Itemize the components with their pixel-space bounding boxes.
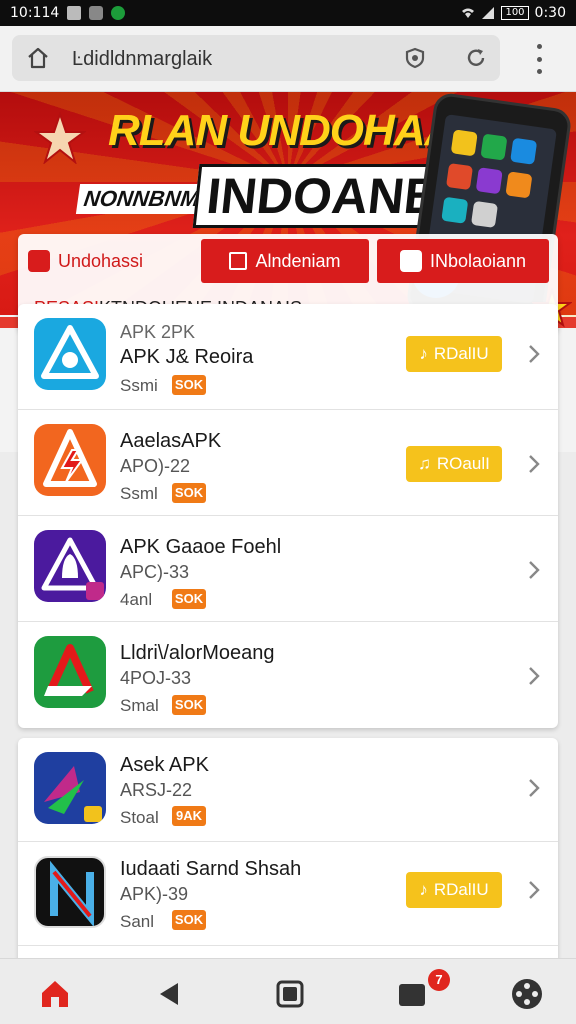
chevron-right-icon[interactable]: [526, 878, 542, 902]
app-version: ARSJ-22: [120, 780, 193, 800]
home-icon[interactable]: [38, 977, 72, 1011]
tab-label: Undohassi: [58, 250, 144, 271]
recents-icon[interactable]: [273, 977, 307, 1011]
tab-label: Alndeniam: [255, 250, 341, 271]
app-size-label: Ssml: [120, 484, 158, 503]
notification-badge: 7: [428, 969, 450, 991]
browser-toolbar: Ŀdidldnmarglaik: [0, 26, 576, 92]
app-name: APK Gaaoe Foehl: [120, 536, 282, 558]
badge-icon: [399, 250, 422, 272]
list-item[interactable]: Iudaati Sarnd Shsah APK)-39 Sanl SOK ♪ RD…: [18, 842, 558, 946]
list-item[interactable]: Asek APK ARSJ-22 Stoal 9AK: [18, 738, 558, 842]
purple-bell-app-icon: [34, 530, 106, 602]
home-icon[interactable]: [26, 46, 50, 70]
size-badge: SOK: [172, 910, 206, 930]
download-button-label: RDalIU: [433, 880, 489, 899]
app-version: APK)-39: [120, 884, 189, 904]
download-icon: ♪: [419, 344, 428, 363]
app-name: Iudaati Sarnd Shsah: [120, 858, 302, 880]
signal-icon: [482, 7, 495, 19]
app-size-label: 4anl: [120, 590, 153, 609]
security-shield-icon[interactable]: [404, 47, 426, 69]
size-badge: 9AK: [172, 806, 206, 826]
app-version: APC)-33: [120, 562, 190, 582]
status-clock-right: 0:30: [534, 5, 566, 21]
app-version: 4POJ-33: [120, 668, 192, 688]
chevron-right-icon[interactable]: [526, 452, 542, 476]
app-size-label: Ssmi: [120, 376, 158, 395]
app-version: APO)-22: [120, 456, 191, 476]
url-text[interactable]: Ŀdidldnmarglaik: [72, 48, 212, 71]
list-item[interactable]: APK 2PK APK J& Reoira Ssmi SOK ♪ RDalIU: [18, 304, 558, 410]
message-notification-icon: [89, 6, 104, 20]
app-list-card: APK 2PK APK J& Reoira Ssmi SOK ♪ RDalIU A…: [18, 304, 558, 728]
download-button[interactable]: ♪ RDalIU: [406, 872, 502, 908]
chevron-right-icon[interactable]: [526, 664, 542, 688]
star-decoration-icon: [34, 112, 86, 164]
status-bar: 10:114 100 0:30: [0, 0, 576, 26]
chevron-right-icon[interactable]: [526, 776, 542, 800]
tab-inbolaoiann[interactable]: INbolaoiann: [377, 239, 549, 283]
app-size-label: Smal: [120, 696, 159, 715]
app-logo-icon: [28, 250, 50, 272]
wifi-icon: [462, 8, 475, 18]
blue-triangle-app-icon: [34, 318, 106, 390]
download-icon: ♪: [419, 880, 428, 899]
colorful-swoosh-app-icon: [34, 752, 106, 824]
list-item[interactable]: AaelasAPK APO)-22 Ssml SOK ♫ ROaulI: [18, 410, 558, 516]
app-name: Lldri\/alorMoeang: [120, 642, 275, 664]
size-badge: SOK: [172, 483, 206, 503]
bottom-navigation-bar: 7: [0, 958, 576, 1024]
back-icon[interactable]: [152, 977, 186, 1011]
app-name: AaelasAPK: [120, 430, 222, 452]
app-name: APK J& Reoira: [120, 346, 254, 368]
chevron-right-icon[interactable]: [526, 342, 542, 366]
download-button-label: ROaulI: [436, 454, 490, 473]
overflow-menu-icon[interactable]: [528, 44, 550, 74]
download-button[interactable]: ♪ RDalIU: [406, 336, 502, 372]
app-size-label: Stoal: [120, 808, 159, 827]
app-list-card: Asek APK ARSJ-22 Stoal 9AK Iudaati Sarnd…: [18, 738, 558, 968]
tab-alndeniam[interactable]: Alndeniam: [201, 239, 369, 283]
address-bar[interactable]: Ŀdidldnmarglaik: [12, 35, 500, 81]
whatsapp-notification-icon: [111, 6, 126, 20]
list-item[interactable]: APK Gaaoe Foehl APC)-33 4anl SOK: [18, 516, 558, 622]
orange-lightning-app-icon: [34, 424, 106, 496]
green-a-app-icon: [34, 636, 106, 708]
size-badge: SOK: [172, 375, 206, 395]
tab-label: INbolaoiann: [429, 250, 527, 271]
hero-title-line1: RLAN UNDOHAAI: [108, 106, 468, 155]
download-button-label: RDalIU: [433, 344, 489, 363]
reload-icon[interactable]: [464, 46, 488, 70]
gallery-notification-icon: [67, 6, 82, 20]
app-size-label: Sanl: [120, 912, 155, 931]
chevron-right-icon[interactable]: [526, 558, 542, 582]
size-badge: SOK: [172, 695, 206, 715]
size-badge: SOK: [172, 589, 206, 609]
list-item[interactable]: Lldri\/alorMoeang 4POJ-33 Smal SOK: [18, 622, 558, 728]
black-n-app-icon: [34, 856, 106, 928]
square-icon: [229, 252, 248, 270]
app-name-top: APK 2PK: [120, 322, 196, 342]
battery-icon: 100: [501, 6, 529, 20]
tabs-icon[interactable]: [395, 977, 429, 1011]
app-name: Asek APK: [120, 754, 209, 776]
download-icon: ♫: [418, 454, 431, 473]
tab-undohassi[interactable]: Undohassi: [28, 239, 198, 283]
game-controller-icon[interactable]: [510, 977, 544, 1011]
download-button[interactable]: ♫ ROaulI: [406, 446, 502, 482]
status-time: 10:114: [10, 5, 60, 21]
